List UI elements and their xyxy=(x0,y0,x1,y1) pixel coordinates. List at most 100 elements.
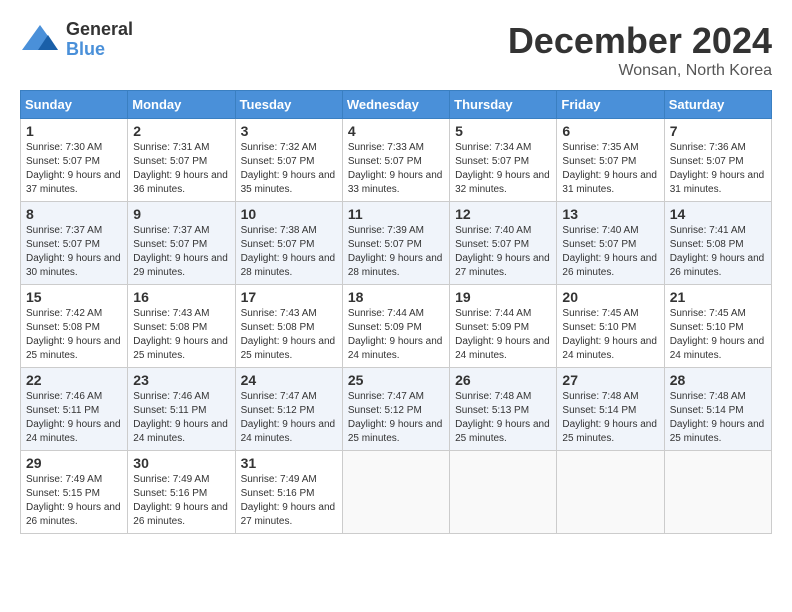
calendar-cell: 9 Sunrise: 7:37 AM Sunset: 5:07 PM Daylig… xyxy=(128,202,235,285)
day-number: 21 xyxy=(670,289,766,305)
logo-icon xyxy=(20,20,60,60)
calendar-cell: 7Sunrise: 7:36 AM Sunset: 5:07 PM Daylig… xyxy=(664,119,771,202)
day-info: Sunrise: 7:40 AM Sunset: 5:07 PM Dayligh… xyxy=(562,224,658,280)
day-info: Sunrise: 7:41 AM Sunset: 5:08 PM Dayligh… xyxy=(670,224,766,280)
day-info: Sunrise: 7:44 AM Sunset: 5:09 PM Dayligh… xyxy=(348,307,444,363)
calendar-cell: 28 Sunrise: 7:48 AM Sunset: 5:14 PM Dayli… xyxy=(664,368,771,451)
calendar-week-row: 8 Sunrise: 7:37 AM Sunset: 5:07 PM Daylig… xyxy=(21,202,772,285)
calendar-cell xyxy=(450,451,557,534)
day-info: Sunrise: 7:38 AM Sunset: 5:07 PM Dayligh… xyxy=(241,224,337,280)
day-number: 29 xyxy=(26,455,122,471)
day-number: 3 xyxy=(241,123,337,139)
day-info: Sunrise: 7:46 AM Sunset: 5:11 PM Dayligh… xyxy=(133,390,229,446)
calendar-header-saturday: Saturday xyxy=(664,91,771,119)
day-number: 22 xyxy=(26,372,122,388)
calendar-cell: 1 Sunrise: 7:30 AM Sunset: 5:07 PM Daylig… xyxy=(21,119,128,202)
day-number: 15 xyxy=(26,289,122,305)
day-number: 20 xyxy=(562,289,658,305)
calendar-cell: 19Sunrise: 7:44 AM Sunset: 5:09 PM Dayli… xyxy=(450,285,557,368)
title-section: December 2024 Wonsan, North Korea xyxy=(508,20,772,80)
day-number: 4 xyxy=(348,123,444,139)
calendar-week-row: 1 Sunrise: 7:30 AM Sunset: 5:07 PM Daylig… xyxy=(21,119,772,202)
logo-text: General Blue xyxy=(66,20,133,60)
day-info: Sunrise: 7:34 AM Sunset: 5:07 PM Dayligh… xyxy=(455,141,551,197)
day-info: Sunrise: 7:42 AM Sunset: 5:08 PM Dayligh… xyxy=(26,307,122,363)
day-number: 10 xyxy=(241,206,337,222)
calendar-cell: 29 Sunrise: 7:49 AM Sunset: 5:15 PM Dayli… xyxy=(21,451,128,534)
location-subtitle: Wonsan, North Korea xyxy=(508,62,772,80)
day-info: Sunrise: 7:49 AM Sunset: 5:15 PM Dayligh… xyxy=(26,473,122,529)
calendar-cell: 31 Sunrise: 7:49 AM Sunset: 5:16 PM Dayli… xyxy=(235,451,342,534)
day-number: 2 xyxy=(133,123,229,139)
day-number: 1 xyxy=(26,123,122,139)
day-info: Sunrise: 7:32 AM Sunset: 5:07 PM Dayligh… xyxy=(241,141,337,197)
day-number: 16 xyxy=(133,289,229,305)
calendar-cell: 6 Sunrise: 7:35 AM Sunset: 5:07 PM Daylig… xyxy=(557,119,664,202)
month-year-title: December 2024 xyxy=(508,20,772,62)
day-number: 26 xyxy=(455,372,551,388)
day-number: 8 xyxy=(26,206,122,222)
calendar-cell: 13Sunrise: 7:40 AM Sunset: 5:07 PM Dayli… xyxy=(557,202,664,285)
calendar-cell xyxy=(664,451,771,534)
calendar-header-row: SundayMondayTuesdayWednesdayThursdayFrid… xyxy=(21,91,772,119)
calendar-cell: 25 Sunrise: 7:47 AM Sunset: 5:12 PM Dayli… xyxy=(342,368,449,451)
calendar-table: SundayMondayTuesdayWednesdayThursdayFrid… xyxy=(20,90,772,534)
calendar-cell: 5 Sunrise: 7:34 AM Sunset: 5:07 PM Daylig… xyxy=(450,119,557,202)
day-info: Sunrise: 7:36 AM Sunset: 5:07 PM Dayligh… xyxy=(670,141,766,197)
day-info: Sunrise: 7:48 AM Sunset: 5:14 PM Dayligh… xyxy=(670,390,766,446)
logo-general: General xyxy=(66,20,133,40)
calendar-cell: 14 Sunrise: 7:41 AM Sunset: 5:08 PM Dayli… xyxy=(664,202,771,285)
day-number: 25 xyxy=(348,372,444,388)
calendar-cell: 8 Sunrise: 7:37 AM Sunset: 5:07 PM Daylig… xyxy=(21,202,128,285)
calendar-cell: 4 Sunrise: 7:33 AM Sunset: 5:07 PM Daylig… xyxy=(342,119,449,202)
calendar-cell: 26 Sunrise: 7:48 AM Sunset: 5:13 PM Dayli… xyxy=(450,368,557,451)
day-number: 28 xyxy=(670,372,766,388)
calendar-week-row: 15 Sunrise: 7:42 AM Sunset: 5:08 PM Dayli… xyxy=(21,285,772,368)
calendar-cell: 10 Sunrise: 7:38 AM Sunset: 5:07 PM Dayli… xyxy=(235,202,342,285)
day-number: 27 xyxy=(562,372,658,388)
calendar-cell: 2Sunrise: 7:31 AM Sunset: 5:07 PM Daylig… xyxy=(128,119,235,202)
day-info: Sunrise: 7:33 AM Sunset: 5:07 PM Dayligh… xyxy=(348,141,444,197)
day-info: Sunrise: 7:30 AM Sunset: 5:07 PM Dayligh… xyxy=(26,141,122,197)
calendar-header-monday: Monday xyxy=(128,91,235,119)
day-info: Sunrise: 7:46 AM Sunset: 5:11 PM Dayligh… xyxy=(26,390,122,446)
calendar-cell: 21 Sunrise: 7:45 AM Sunset: 5:10 PM Dayli… xyxy=(664,285,771,368)
day-info: Sunrise: 7:49 AM Sunset: 5:16 PM Dayligh… xyxy=(133,473,229,529)
day-number: 11 xyxy=(348,206,444,222)
day-number: 17 xyxy=(241,289,337,305)
calendar-cell: 23Sunrise: 7:46 AM Sunset: 5:11 PM Dayli… xyxy=(128,368,235,451)
calendar-cell: 18Sunrise: 7:44 AM Sunset: 5:09 PM Dayli… xyxy=(342,285,449,368)
logo-blue: Blue xyxy=(66,40,133,60)
day-info: Sunrise: 7:48 AM Sunset: 5:14 PM Dayligh… xyxy=(562,390,658,446)
day-info: Sunrise: 7:40 AM Sunset: 5:07 PM Dayligh… xyxy=(455,224,551,280)
day-info: Sunrise: 7:49 AM Sunset: 5:16 PM Dayligh… xyxy=(241,473,337,529)
day-number: 30 xyxy=(133,455,229,471)
calendar-header-wednesday: Wednesday xyxy=(342,91,449,119)
day-info: Sunrise: 7:44 AM Sunset: 5:09 PM Dayligh… xyxy=(455,307,551,363)
calendar-cell: 16Sunrise: 7:43 AM Sunset: 5:08 PM Dayli… xyxy=(128,285,235,368)
calendar-cell: 24Sunrise: 7:47 AM Sunset: 5:12 PM Dayli… xyxy=(235,368,342,451)
day-number: 5 xyxy=(455,123,551,139)
calendar-cell: 17Sunrise: 7:43 AM Sunset: 5:08 PM Dayli… xyxy=(235,285,342,368)
calendar-header-tuesday: Tuesday xyxy=(235,91,342,119)
day-info: Sunrise: 7:47 AM Sunset: 5:12 PM Dayligh… xyxy=(241,390,337,446)
day-info: Sunrise: 7:35 AM Sunset: 5:07 PM Dayligh… xyxy=(562,141,658,197)
calendar-header-friday: Friday xyxy=(557,91,664,119)
day-info: Sunrise: 7:37 AM Sunset: 5:07 PM Dayligh… xyxy=(26,224,122,280)
calendar-header-thursday: Thursday xyxy=(450,91,557,119)
calendar-week-row: 22 Sunrise: 7:46 AM Sunset: 5:11 PM Dayli… xyxy=(21,368,772,451)
day-info: Sunrise: 7:45 AM Sunset: 5:10 PM Dayligh… xyxy=(670,307,766,363)
day-info: Sunrise: 7:48 AM Sunset: 5:13 PM Dayligh… xyxy=(455,390,551,446)
calendar-cell xyxy=(342,451,449,534)
day-number: 14 xyxy=(670,206,766,222)
calendar-cell: 20Sunrise: 7:45 AM Sunset: 5:10 PM Dayli… xyxy=(557,285,664,368)
day-number: 12 xyxy=(455,206,551,222)
day-number: 31 xyxy=(241,455,337,471)
calendar-week-row: 29 Sunrise: 7:49 AM Sunset: 5:15 PM Dayli… xyxy=(21,451,772,534)
day-number: 9 xyxy=(133,206,229,222)
day-number: 6 xyxy=(562,123,658,139)
day-info: Sunrise: 7:47 AM Sunset: 5:12 PM Dayligh… xyxy=(348,390,444,446)
calendar-cell: 27 Sunrise: 7:48 AM Sunset: 5:14 PM Dayli… xyxy=(557,368,664,451)
day-info: Sunrise: 7:37 AM Sunset: 5:07 PM Dayligh… xyxy=(133,224,229,280)
calendar-cell: 15 Sunrise: 7:42 AM Sunset: 5:08 PM Dayli… xyxy=(21,285,128,368)
